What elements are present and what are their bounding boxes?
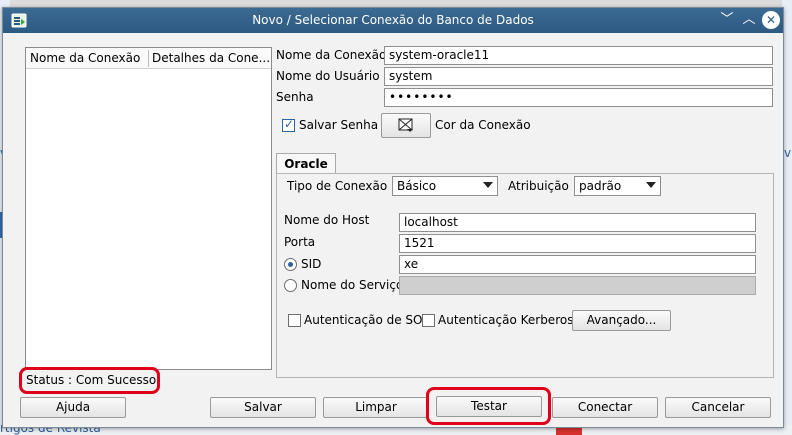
sid-radio[interactable] [284,258,297,271]
database-app-icon [11,13,27,28]
port-label: Porta [284,235,316,249]
connection-type-label: Tipo de Conexão [287,179,388,193]
os-auth-checkbox[interactable] [288,314,301,327]
chevron-down-icon [483,182,493,188]
connect-button[interactable]: Conectar [552,397,658,418]
chevron-down-icon [646,182,656,188]
password-label: Senha [276,90,314,104]
clear-button[interactable]: Limpar [323,397,429,418]
connection-color-label: Cor da Conexão [435,118,531,132]
minimize-chevron-down-icon[interactable]: ﹀ [718,11,736,29]
tab-oracle[interactable]: Oracle [276,153,336,174]
test-button[interactable]: Testar [436,396,542,417]
title-bar[interactable]: Novo / Selecionar Conexão do Banco de Da… [3,8,783,33]
connection-list-header: Nome da Conexão Detalhes da Cone... [26,48,271,69]
host-name-label: Nome do Host [284,213,370,227]
save-password-checkbox[interactable] [282,117,295,132]
save-button[interactable]: Salvar [210,397,316,418]
sid-input[interactable]: xe [399,255,756,274]
role-select[interactable]: padrão [574,176,661,196]
user-name-input[interactable]: system [384,67,773,86]
column-header-connection-name[interactable]: Nome da Conexão [27,48,147,69]
service-name-label: Nome do Serviço [301,278,404,292]
connection-type-select[interactable]: Básico [392,176,498,196]
service-name-input [399,276,756,295]
background-red-element [556,428,582,435]
role-value: padrão [579,179,622,193]
advanced-button[interactable]: Avançado... [572,310,671,331]
connection-name-input[interactable]: system-oracle11 [384,46,773,65]
connection-dialog: Novo / Selecionar Conexão do Banco de Da… [2,7,784,428]
column-header-connection-details[interactable]: Detalhes da Cone... [149,48,271,69]
connection-name-label: Nome da Conexão [276,48,387,62]
sid-label: SID [301,257,322,271]
maximize-chevron-up-icon[interactable]: ︿ [740,11,758,29]
connection-type-value: Básico [397,179,437,193]
window-title: Novo / Selecionar Conexão do Banco de Da… [252,13,534,27]
connection-list[interactable]: Nome da Conexão Detalhes da Cone... [25,47,272,370]
color-swatch-icon [398,118,413,132]
password-input[interactable]: •••••••• [384,88,773,107]
os-auth-label: Autenticação de SO [304,313,423,327]
port-input[interactable]: 1521 [399,234,756,253]
role-label: Atribuição [508,179,569,193]
help-button[interactable]: Ajuda [20,397,126,418]
cancel-button[interactable]: Cancelar [665,397,771,418]
kerberos-auth-label: Autenticação Kerberos [438,313,574,327]
save-password-label: Salvar Senha [299,118,379,132]
service-name-radio[interactable] [284,279,297,292]
background-link-right: v [784,146,792,160]
host-name-input[interactable]: localhost [399,213,756,232]
kerberos-auth-checkbox[interactable] [422,314,435,327]
user-name-label: Nome do Usuário [276,69,380,83]
status-text: Status : Com Sucesso [26,373,157,387]
connection-color-button[interactable] [381,113,431,138]
close-icon[interactable]: ✕ [762,11,780,29]
